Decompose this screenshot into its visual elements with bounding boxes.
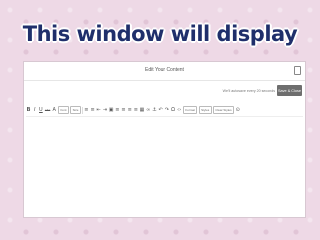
formatting-toolbar: B I U abc A Font Size ≡ ≡ ⇤ ⇥ ▣ ≡ ≡ ≡ ≡ … bbox=[26, 104, 303, 117]
table-icon[interactable]: ▦ bbox=[140, 107, 145, 114]
redo-icon[interactable]: ↷ bbox=[164, 107, 169, 114]
styles-dropdown[interactable]: Styles bbox=[198, 106, 212, 114]
clear-styles-button[interactable]: Clear Styles bbox=[212, 106, 235, 114]
strikethrough-button[interactable]: abc bbox=[45, 107, 51, 114]
status-row: We'll autosave every 20 seconds Save & C… bbox=[24, 82, 305, 102]
toolbar-separator bbox=[82, 106, 83, 114]
underline-button[interactable]: U bbox=[38, 107, 43, 114]
slide-title: This window will display bbox=[22, 22, 298, 46]
anchor-icon[interactable]: ⚓ bbox=[152, 107, 157, 114]
font-family-dropdown[interactable]: Font bbox=[57, 106, 69, 114]
close-icon[interactable] bbox=[294, 66, 301, 75]
align-left-icon[interactable]: ≡ bbox=[115, 107, 120, 114]
bullet-list-icon[interactable]: ≡ bbox=[84, 107, 89, 114]
source-code-icon[interactable]: ‹› bbox=[177, 107, 182, 114]
window-titlebar: Edit Your Content bbox=[24, 62, 305, 81]
autosave-notice: We'll autosave every 20 seconds bbox=[222, 89, 275, 93]
help-icon[interactable]: ⊙ bbox=[235, 107, 240, 114]
italic-button[interactable]: I bbox=[32, 107, 37, 114]
indent-icon[interactable]: ⇥ bbox=[102, 107, 107, 114]
window-title: Edit Your Content bbox=[145, 67, 184, 73]
font-size-dropdown[interactable]: Size bbox=[70, 106, 81, 114]
align-center-icon[interactable]: ≡ bbox=[121, 107, 126, 114]
special-char-icon[interactable]: Ω bbox=[170, 107, 175, 114]
image-icon[interactable]: ▣ bbox=[109, 107, 114, 114]
align-justify-icon[interactable]: ≡ bbox=[133, 107, 138, 114]
align-right-icon[interactable]: ≡ bbox=[127, 107, 132, 114]
text-color-icon[interactable]: A bbox=[52, 107, 57, 114]
content-editor-area[interactable] bbox=[24, 118, 305, 217]
save-close-button[interactable]: Save & Close bbox=[277, 85, 302, 96]
undo-icon[interactable]: ↶ bbox=[158, 107, 163, 114]
outdent-icon[interactable]: ⇤ bbox=[96, 107, 101, 114]
numbered-list-icon[interactable]: ≡ bbox=[90, 107, 95, 114]
format-dropdown[interactable]: Format bbox=[182, 106, 198, 114]
bold-button[interactable]: B bbox=[26, 107, 31, 114]
link-icon[interactable]: ∞ bbox=[146, 107, 151, 114]
edit-content-window: Edit Your Content We'll autosave every 2… bbox=[24, 62, 305, 217]
